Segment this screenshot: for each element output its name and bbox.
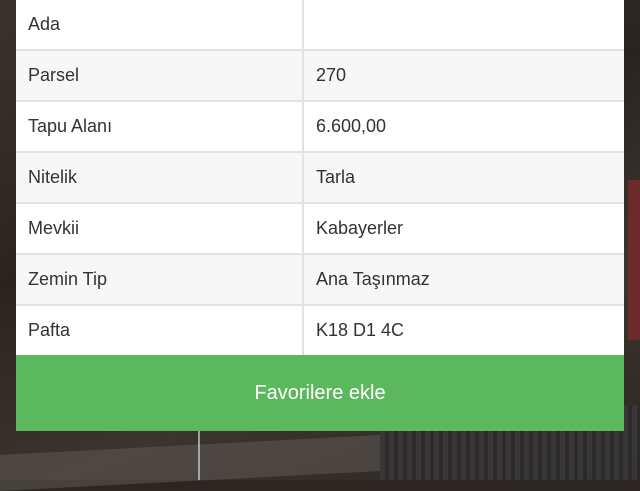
row-label: Mevkii xyxy=(16,203,304,255)
row-value: 6.600,00 xyxy=(303,101,624,153)
row-label: Ada xyxy=(16,0,304,51)
row-value: Ana Taşınmaz xyxy=(303,254,624,306)
row-value: K18 D1 4C xyxy=(303,305,624,355)
parcel-info-panel: Ada Parsel 270 Tapu Alanı 6.600,00 Nitel… xyxy=(16,0,624,431)
table-row: Parsel 270 xyxy=(16,50,624,102)
map-highlight xyxy=(628,180,640,340)
row-label: Zemin Tip xyxy=(16,254,304,306)
row-label: Parsel xyxy=(16,50,304,102)
parcel-info-table: Ada Parsel 270 Tapu Alanı 6.600,00 Nitel… xyxy=(16,0,624,355)
table-row: Ada xyxy=(16,0,624,51)
row-value: Kabayerler xyxy=(303,203,624,255)
row-label: Nitelik xyxy=(16,152,304,204)
add-to-favorites-button[interactable]: Favorilere ekle xyxy=(16,355,624,431)
row-value: Tarla xyxy=(303,152,624,204)
row-value xyxy=(303,0,624,51)
row-value: 270 xyxy=(303,50,624,102)
table-row: Mevkii Kabayerler xyxy=(16,203,624,255)
table-row: Nitelik Tarla xyxy=(16,152,624,204)
row-label: Tapu Alanı xyxy=(16,101,304,153)
table-row: Zemin Tip Ana Taşınmaz xyxy=(16,254,624,306)
table-row: Tapu Alanı 6.600,00 xyxy=(16,101,624,153)
row-label: Pafta xyxy=(16,305,304,355)
table-row: Pafta K18 D1 4C xyxy=(16,305,624,355)
